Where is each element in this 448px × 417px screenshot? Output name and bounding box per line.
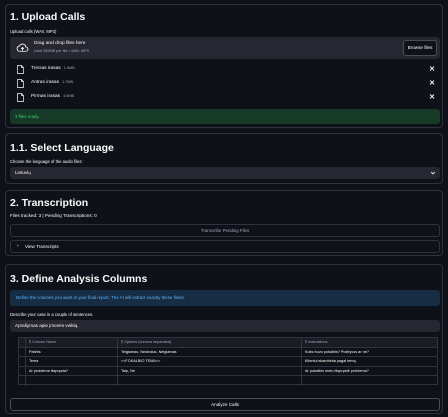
close-icon: ✕ [429, 80, 435, 87]
close-icon: ✕ [429, 94, 435, 101]
info-alert: Define the columns you want in your fina… [10, 290, 440, 306]
table-row: Tema <<FOKALBIO TEMA>> Klientui skambint… [19, 357, 437, 367]
expander-label: View Transcripts [25, 244, 59, 249]
remove-file-button[interactable]: ✕ [429, 65, 435, 73]
chevron-down-icon [430, 171, 436, 175]
uploaded-file: Pirmas irasas 4.9MB ✕ [6, 91, 444, 105]
dropzone-limit: Limit 200MB per file • WAV, MP3 [34, 49, 89, 53]
table-cell[interactable]: Tema [25, 357, 117, 367]
dropzone-title: Drag and drop files here [34, 41, 86, 46]
table-cell[interactable] [301, 376, 437, 386]
file-icon [17, 79, 24, 88]
table-header: ¶ Column Name ¶ Options (comma separated… [19, 338, 437, 348]
analysis-section: 3. Define Analysis Columns Define the co… [5, 264, 443, 414]
file-name: Trecias irasas [31, 66, 61, 71]
table-row: Ar problema išspręsta? Taip, Ne Ar pokal… [19, 366, 437, 376]
remove-file-button[interactable]: ✕ [429, 79, 435, 87]
chevron-right-icon: › [17, 243, 19, 249]
language-label: Choose the language of the audio files: [10, 159, 83, 164]
browse-files-button[interactable]: Browse files [403, 40, 437, 56]
analyze-calls-button[interactable]: Analyze Calls [10, 398, 440, 411]
table-cell[interactable]: Klientui skambinta pagal temą [301, 357, 437, 367]
transcribe-button[interactable]: Transcribe Pending Files [10, 224, 440, 237]
case-label: Describe your case in a couple of senten… [10, 312, 94, 317]
language-select[interactable]: Lietuvių [10, 167, 440, 179]
table-cell[interactable]: <<FOKALBIO TEMA>> [117, 357, 301, 367]
uploaded-file: Antras irasas 1.7MB ✕ [6, 77, 444, 91]
transcripts-expander[interactable]: › View Transcripts [10, 240, 440, 253]
table-cell[interactable]: Patirtis [25, 347, 117, 357]
cloud-upload-icon [16, 43, 29, 52]
upload-label: Upload calls (WAV, MP3) [10, 29, 57, 34]
transcription-title: 2. Transcription [10, 197, 89, 209]
file-icon [17, 65, 24, 74]
file-name: Antras irasas [31, 80, 59, 85]
language-select-value: Lietuvių [15, 170, 31, 175]
uploaded-file: Trecias irasas 1.6MB ✕ [6, 63, 444, 77]
table-cell[interactable]: Ar pokalbio metu išspręstė problema? [301, 366, 437, 376]
table-cell[interactable] [25, 376, 117, 386]
remove-file-button[interactable]: ✕ [429, 93, 435, 101]
column-header[interactable]: ¶ Options (comma separated) [117, 338, 301, 348]
transcription-status: Files tracked: 3 | Pending Transcription… [10, 213, 97, 218]
column-header[interactable]: ¶ Column Name [25, 338, 117, 348]
analysis-title: 3. Define Analysis Columns [10, 273, 148, 285]
upload-section: 1. Upload Calls Upload calls (WAV, MP3) … [5, 4, 443, 128]
file-size: 4.9MB [63, 94, 75, 98]
table-cell[interactable]: Teigiamas, Neutralus, Neigiamas [117, 347, 301, 357]
file-dropzone[interactable]: Drag and drop files here Limit 200MB per… [10, 37, 440, 59]
language-section: 1.1. Select Language Choose the language… [5, 133, 443, 184]
case-description-input[interactable]: Aprašymas apie įmonės veiklą. [10, 320, 440, 332]
file-name: Pirmas irasas [31, 94, 61, 99]
success-alert: 3 files ready. [10, 109, 440, 124]
file-size: 1.6MB [63, 66, 75, 70]
upload-title: 1. Upload Calls [10, 11, 86, 23]
file-size: 1.7MB [62, 80, 73, 84]
table-cell[interactable]: Koks buvo pokalbis? Pozityvus ar ne? [301, 347, 437, 357]
transcription-section: 2. Transcription Files tracked: 3 | Pend… [5, 190, 443, 256]
table-row-empty [19, 376, 437, 386]
table-row: Patirtis Teigiamas, Neutralus, Neigiamas… [19, 347, 437, 357]
file-icon [17, 93, 24, 102]
table-cell[interactable]: Taip, Ne [117, 366, 301, 376]
columns-table: ¶ Column Name ¶ Options (comma separated… [18, 337, 438, 386]
language-title: 1.1. Select Language [10, 142, 114, 154]
column-header[interactable]: ¶ Instructions [301, 338, 437, 348]
table-cell[interactable]: Ar problema išspręsta? [25, 366, 117, 376]
table-cell[interactable] [117, 376, 301, 386]
close-icon: ✕ [429, 66, 435, 73]
